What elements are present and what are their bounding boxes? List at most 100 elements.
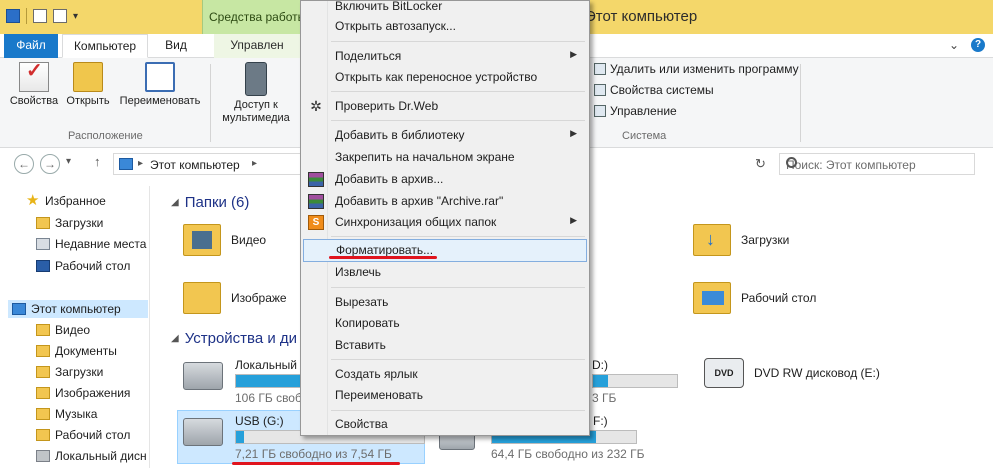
menu-item-cut[interactable]: Вырезать bbox=[303, 292, 587, 313]
recent-places-icon bbox=[36, 238, 50, 250]
windows-drive-icon bbox=[183, 362, 223, 390]
menu-item-autoplay[interactable]: Открыть автозапуск... bbox=[303, 16, 587, 37]
drive-label: Локальный bbox=[235, 358, 297, 372]
window-menu-icon[interactable] bbox=[6, 9, 20, 23]
folder-downloads[interactable]: Загрузки bbox=[693, 224, 789, 256]
drive-usage-bar bbox=[592, 374, 678, 388]
nav-item-desktop[interactable]: Рабочий стол bbox=[36, 259, 130, 273]
tab-view[interactable]: Вид bbox=[156, 34, 196, 58]
menu-item-bitlocker[interactable]: Включить BitLocker bbox=[303, 0, 587, 17]
nav-label: Избранное bbox=[45, 194, 106, 208]
properties-button[interactable]: Свойства bbox=[8, 62, 60, 108]
tab-manage[interactable]: Управлен bbox=[214, 34, 300, 58]
menu-item-create-shortcut[interactable]: Создать ярлык bbox=[303, 364, 587, 385]
customize-qat-icon[interactable]: ▾ bbox=[73, 11, 78, 22]
search-input[interactable]: Поиск: Этот компьютер bbox=[779, 153, 975, 175]
rename-label: Переименовать bbox=[119, 95, 201, 107]
media-access-button[interactable]: Доступ к мультимедиа bbox=[214, 62, 298, 125]
manage-icon bbox=[594, 105, 606, 117]
address-bar[interactable]: ▸ Этот компьютер ▸ bbox=[113, 153, 313, 175]
nav-label: Загрузки bbox=[55, 365, 104, 379]
open-button[interactable]: Открыть bbox=[62, 62, 114, 108]
drive-label: USB (G:) bbox=[235, 414, 284, 428]
devices-section-header[interactable]: ◢ Устройства и ди bbox=[171, 330, 297, 347]
nav-label: Изображения bbox=[55, 386, 131, 400]
nav-item-documents[interactable]: Документы bbox=[36, 344, 117, 358]
folder-video[interactable]: Видео bbox=[183, 224, 266, 256]
menu-item-add-archive[interactable]: Добавить в архив... bbox=[303, 169, 587, 190]
uninstall-button[interactable]: Удалить или изменить программу bbox=[594, 62, 799, 76]
drive-dvd[interactable]: DVD DVD RW дисковод (E:) bbox=[704, 358, 880, 388]
new-folder-quick-icon[interactable] bbox=[53, 9, 67, 23]
folder-label: Видео bbox=[231, 233, 267, 247]
section-title: Папки (6) bbox=[184, 194, 250, 211]
properties-quick-icon[interactable] bbox=[33, 9, 47, 23]
nav-item-video[interactable]: Видео bbox=[36, 323, 90, 337]
menu-item-label: Переименовать bbox=[335, 388, 423, 402]
quick-access-toolbar: ▾ bbox=[6, 8, 78, 24]
folder-open-icon bbox=[73, 62, 103, 92]
submenu-arrow-icon: ▶ bbox=[570, 128, 577, 138]
menu-item-eject[interactable]: Извлечь bbox=[303, 262, 587, 283]
context-tab-label: Средства работы bbox=[209, 10, 307, 24]
nav-item-this-pc[interactable]: Этот компьютер bbox=[8, 300, 148, 318]
open-label: Открыть bbox=[66, 95, 110, 107]
drive-icon bbox=[36, 450, 50, 462]
nav-item-downloads[interactable]: Загрузки bbox=[36, 216, 103, 230]
manage-button[interactable]: Управление bbox=[594, 104, 677, 118]
breadcrumb-chevron-icon[interactable]: ▸ bbox=[252, 158, 257, 169]
menu-item-sync[interactable]: S Синхронизация общих папок ▶ bbox=[303, 212, 587, 233]
refresh-icon[interactable]: ↻ bbox=[755, 156, 766, 172]
breadcrumb[interactable]: Этот компьютер bbox=[150, 158, 240, 172]
folder-pictures[interactable]: Изображе bbox=[183, 282, 287, 314]
menu-item-drweb[interactable]: ✲ Проверить Dr.Web bbox=[303, 96, 587, 117]
nav-item-downloads-2[interactable]: Загрузки bbox=[36, 365, 103, 379]
nav-label: Загрузки bbox=[55, 216, 104, 230]
group-label-system: Система bbox=[622, 130, 667, 142]
menu-item-copy[interactable]: Копировать bbox=[303, 313, 587, 334]
nav-item-desktop-2[interactable]: Рабочий стол bbox=[36, 428, 130, 442]
nav-item-local-disk[interactable]: Локальный дисн bbox=[36, 449, 147, 463]
menu-item-add-library[interactable]: Добавить в библиотеку ▶ bbox=[303, 125, 587, 146]
rename-button[interactable]: Переименовать bbox=[114, 62, 206, 108]
folders-section-header[interactable]: ◢ Папки (6) bbox=[171, 194, 249, 211]
tab-computer[interactable]: Компьютер bbox=[62, 34, 148, 58]
breadcrumb-chevron-icon[interactable]: ▸ bbox=[138, 158, 143, 169]
menu-separator bbox=[331, 410, 585, 411]
nav-item-music[interactable]: Музыка bbox=[36, 407, 97, 421]
context-tab-header: Средства работы bbox=[202, 0, 306, 34]
folder-desktop[interactable]: Рабочий стол bbox=[693, 282, 816, 314]
menu-item-label: Добавить в архив... bbox=[335, 172, 444, 186]
menu-item-properties[interactable]: Свойства bbox=[303, 414, 587, 435]
system-icon bbox=[594, 84, 606, 96]
menu-item-paste[interactable]: Вставить bbox=[303, 335, 587, 356]
drive-free-space: 7,21 ГБ свободно из 7,54 ГБ bbox=[235, 447, 392, 461]
submenu-arrow-icon: ▶ bbox=[570, 215, 577, 225]
tab-file[interactable]: Файл bbox=[4, 34, 58, 58]
chevron-down-icon[interactable]: ⌄ bbox=[949, 38, 959, 52]
help-icon[interactable]: ? bbox=[971, 38, 985, 52]
up-button[interactable]: ↑ bbox=[94, 154, 101, 169]
pictures-folder-icon bbox=[183, 282, 221, 314]
nav-item-favorites[interactable]: ★ Избранное bbox=[26, 193, 106, 208]
menu-item-label: Создать ярлык bbox=[335, 367, 418, 381]
menu-item-share[interactable]: Поделиться ▶ bbox=[303, 46, 587, 67]
system-props-button[interactable]: Свойства системы bbox=[594, 83, 714, 97]
back-button[interactable]: ← bbox=[14, 154, 34, 174]
menu-item-rename[interactable]: Переименовать bbox=[303, 385, 587, 406]
menu-item-pin-start[interactable]: Закрепить на начальном экране bbox=[303, 147, 587, 168]
menu-separator bbox=[331, 91, 585, 92]
recent-locations-icon[interactable]: ▾ bbox=[66, 156, 71, 167]
menu-separator bbox=[331, 359, 585, 360]
media-access-label-2: мультимедиа bbox=[222, 112, 290, 124]
nav-item-recent[interactable]: Недавние места bbox=[36, 237, 146, 251]
forward-button[interactable]: → bbox=[40, 154, 60, 174]
menu-separator bbox=[331, 287, 585, 288]
music-folder-icon bbox=[36, 408, 50, 420]
menu-item-label: Открыть как переносное устройство bbox=[335, 70, 538, 84]
menu-item-add-archive-rar[interactable]: Добавить в архив "Archive.rar" bbox=[303, 191, 587, 212]
menu-item-label: Проверить Dr.Web bbox=[335, 99, 439, 113]
menu-item-open-portable[interactable]: Открыть как переносное устройство bbox=[303, 67, 587, 88]
rename-icon bbox=[145, 62, 175, 92]
nav-item-pictures[interactable]: Изображения bbox=[36, 386, 130, 400]
